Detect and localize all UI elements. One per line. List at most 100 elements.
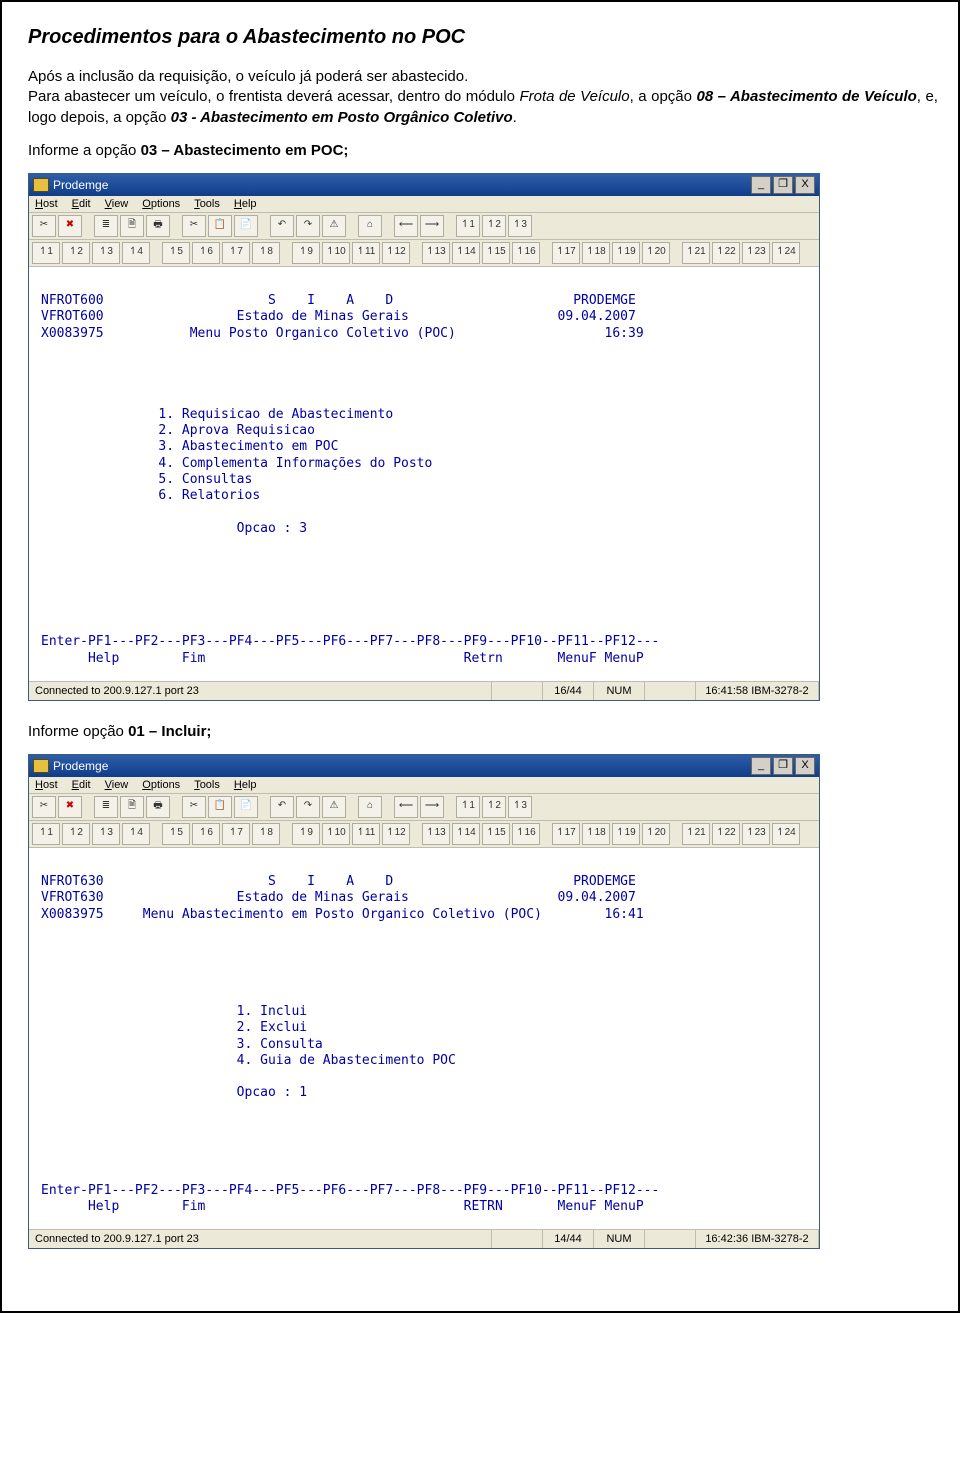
fkey-button[interactable]: ↿18 <box>582 242 610 264</box>
toolbar-button[interactable]: ✂ <box>182 796 206 818</box>
fkey-button[interactable]: ↿20 <box>642 242 670 264</box>
fkey-button[interactable]: ↿6 <box>192 823 220 845</box>
fkey-button[interactable]: ↿19 <box>612 242 640 264</box>
fkey-button[interactable]: ↿2 <box>62 823 90 845</box>
toolbar-button[interactable]: ⌂ <box>358 215 382 237</box>
fkey-button[interactable]: ↿16 <box>512 823 540 845</box>
toolbar-button[interactable]: ⟶ <box>420 796 444 818</box>
fkey-button[interactable]: ↿3 <box>92 242 120 264</box>
toolbar-button[interactable]: ↷ <box>296 215 320 237</box>
toolbar-button[interactable]: 📋 <box>208 215 232 237</box>
menu-host[interactable]: Host <box>35 779 58 791</box>
fkey-button[interactable]: ↿18 <box>582 823 610 845</box>
toolbar-button[interactable]: ⟵ <box>394 796 418 818</box>
fkey-button[interactable]: ↿21 <box>682 242 710 264</box>
toolbar-button[interactable]: ↶ <box>270 215 294 237</box>
menu-edit[interactable]: Edit <box>72 198 91 210</box>
fkey-button[interactable]: ↿15 <box>482 242 510 264</box>
toolbar-button[interactable]: 🗎 <box>120 796 144 818</box>
toolbar-button[interactable]: ⟶ <box>420 215 444 237</box>
menu-edit[interactable]: Edit <box>72 779 91 791</box>
toolbar-button[interactable]: ✂ <box>32 215 56 237</box>
toolbar-button[interactable]: ✂ <box>182 215 206 237</box>
fkey-button[interactable]: ↿1 <box>32 823 60 845</box>
fkey-button[interactable]: ↿5 <box>162 823 190 845</box>
toolbar-button[interactable]: ↷ <box>296 796 320 818</box>
menu-host[interactable]: Host <box>35 198 58 210</box>
fkey-button[interactable]: ↿22 <box>712 823 740 845</box>
fkey-button[interactable]: ↿9 <box>292 823 320 845</box>
toolbar-button[interactable]: ✖ <box>58 796 82 818</box>
close-button[interactable]: X <box>795 176 815 194</box>
close-button[interactable]: X <box>795 757 815 775</box>
fkey-button[interactable]: ↿17 <box>552 242 580 264</box>
fkey-button[interactable]: ↿7 <box>222 242 250 264</box>
fkey-button[interactable]: ↿23 <box>742 823 770 845</box>
fkey-button[interactable]: ↿3 <box>92 823 120 845</box>
menu-view[interactable]: View <box>105 198 129 210</box>
fkey-button[interactable]: ↿4 <box>122 823 150 845</box>
fkey-button[interactable]: ↿14 <box>452 242 480 264</box>
fkey-button[interactable]: ↿5 <box>162 242 190 264</box>
maximize-button[interactable]: ❐ <box>773 757 793 775</box>
fkey-button[interactable]: ↿13 <box>422 242 450 264</box>
fkey-button[interactable]: ↿21 <box>682 823 710 845</box>
fkey-button[interactable]: ↿17 <box>552 823 580 845</box>
fkey-button[interactable]: ↿12 <box>382 823 410 845</box>
fkey-button[interactable]: ↿24 <box>772 823 800 845</box>
toolbar-button[interactable]: ↿3 <box>508 796 532 818</box>
toolbar-button[interactable]: ⚠ <box>322 215 346 237</box>
fkey-button[interactable]: ↿24 <box>772 242 800 264</box>
fkey-button[interactable]: ↿23 <box>742 242 770 264</box>
fkey-button[interactable]: ↿6 <box>192 242 220 264</box>
fkey-button[interactable]: ↿8 <box>252 823 280 845</box>
fkey-button[interactable]: ↿22 <box>712 242 740 264</box>
fkey-button[interactable]: ↿4 <box>122 242 150 264</box>
toolbar-button[interactable]: ⚠ <box>322 796 346 818</box>
fkey-button[interactable]: ↿11 <box>352 242 380 264</box>
toolbar-button[interactable]: 🗎 <box>120 215 144 237</box>
menu-tools[interactable]: Tools <box>194 779 220 791</box>
toolbar-button[interactable]: 🖶 <box>146 796 170 818</box>
menu-help[interactable]: Help <box>234 198 257 210</box>
minimize-button[interactable]: _ <box>751 757 771 775</box>
toolbar-button[interactable]: 📄 <box>234 796 258 818</box>
toolbar-button[interactable]: ↿2 <box>482 215 506 237</box>
fkey-button[interactable]: ↿8 <box>252 242 280 264</box>
toolbar-button[interactable]: ✂ <box>32 796 56 818</box>
fkey-button[interactable]: ↿11 <box>352 823 380 845</box>
fkey-button[interactable]: ↿2 <box>62 242 90 264</box>
menu-tools[interactable]: Tools <box>194 198 220 210</box>
toolbar-button[interactable]: 🖶 <box>146 215 170 237</box>
toolbar-button[interactable]: ⟵ <box>394 215 418 237</box>
maximize-button[interactable]: ❐ <box>773 176 793 194</box>
toolbar-button[interactable]: ↿1 <box>456 215 480 237</box>
fkey-button[interactable]: ↿10 <box>322 823 350 845</box>
fkey-button[interactable]: ↿7 <box>222 823 250 845</box>
fkey-button[interactable]: ↿16 <box>512 242 540 264</box>
fkey-button[interactable]: ↿12 <box>382 242 410 264</box>
toolbar-button[interactable]: 📄 <box>234 215 258 237</box>
fkey-button[interactable]: ↿1 <box>32 242 60 264</box>
toolbar-button[interactable]: ⌂ <box>358 796 382 818</box>
menu-options[interactable]: Options <box>142 779 180 791</box>
fkey-button[interactable]: ↿9 <box>292 242 320 264</box>
toolbar-button[interactable]: ↿1 <box>456 796 480 818</box>
menu-options[interactable]: Options <box>142 198 180 210</box>
minimize-button[interactable]: _ <box>751 176 771 194</box>
toolbar-button[interactable]: ✖ <box>58 215 82 237</box>
toolbar-button[interactable]: ≣ <box>94 796 118 818</box>
fkey-button[interactable]: ↿14 <box>452 823 480 845</box>
fkey-button[interactable]: ↿20 <box>642 823 670 845</box>
menu-help[interactable]: Help <box>234 779 257 791</box>
fkey-button[interactable]: ↿19 <box>612 823 640 845</box>
fkey-button[interactable]: ↿15 <box>482 823 510 845</box>
toolbar-button[interactable]: ↶ <box>270 796 294 818</box>
fkey-button[interactable]: ↿10 <box>322 242 350 264</box>
toolbar-button[interactable]: 📋 <box>208 796 232 818</box>
toolbar-button[interactable]: ↿3 <box>508 215 532 237</box>
fkey-button[interactable]: ↿13 <box>422 823 450 845</box>
toolbar-button[interactable]: ↿2 <box>482 796 506 818</box>
toolbar-button[interactable]: ≣ <box>94 215 118 237</box>
menu-view[interactable]: View <box>105 779 129 791</box>
